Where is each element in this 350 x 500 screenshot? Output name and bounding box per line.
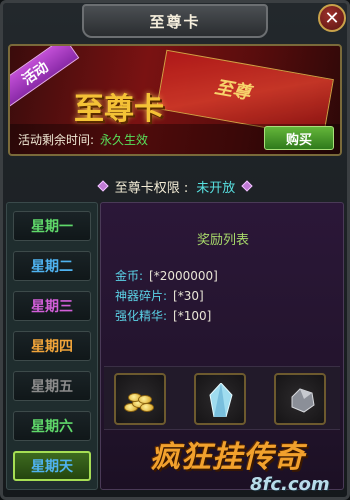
diamond-icon — [241, 180, 253, 192]
tab-tuesday[interactable]: 星期二 — [13, 251, 91, 281]
window-title: 至尊卡 — [82, 4, 268, 38]
reward-line-artifact: 神器碎片: [*30] — [115, 287, 204, 304]
card-privilege-status: 至尊卡权限 : 未开放 — [8, 172, 342, 200]
tab-wednesday[interactable]: 星期三 — [13, 291, 91, 321]
crystal-shard-icon — [209, 383, 233, 417]
reward-label: 金币: — [115, 269, 144, 283]
tab-saturday[interactable]: 星期六 — [13, 411, 91, 441]
item-slot-crystal[interactable] — [194, 373, 246, 425]
reward-value: [*100] — [173, 309, 212, 323]
reward-value: [*2000000] — [149, 269, 218, 283]
activity-ribbon: 活动 — [10, 46, 80, 110]
reward-value: [*30] — [173, 289, 204, 303]
supreme-card-banner: 至尊 活动 至尊卡 活动剩余时间: 永久生效 购买 — [8, 44, 342, 156]
reward-label: 神器碎片: — [115, 289, 168, 303]
reward-items — [104, 366, 340, 430]
remaining-time-label: 活动剩余时间: — [18, 132, 95, 147]
item-slot-ore[interactable] — [274, 373, 326, 425]
weekday-tabs: 星期一 星期二 星期三 星期四 星期五 星期六 星期天 — [6, 202, 98, 490]
tab-friday[interactable]: 星期五 — [13, 371, 91, 401]
privilege-value: 未开放 — [196, 180, 236, 196]
gold-coins-icon — [124, 393, 158, 417]
remaining-time-value: 永久生效 — [100, 132, 149, 147]
rewards-title: 奖励列表 — [196, 233, 249, 248]
banner-title: 至尊卡 — [74, 92, 164, 127]
reward-label: 强化精华: — [115, 309, 168, 323]
close-button[interactable]: ✕ — [318, 4, 346, 32]
item-slot-gold[interactable] — [114, 373, 166, 425]
tab-monday[interactable]: 星期一 — [13, 211, 91, 241]
ore-essence-icon — [291, 388, 315, 413]
diamond-icon — [97, 180, 109, 192]
reward-line-essence: 强化精华: [*100] — [115, 307, 211, 324]
privilege-label: 至尊卡权限 : — [114, 180, 189, 196]
tab-sunday[interactable]: 星期天 — [13, 451, 91, 481]
reward-line-gold: 金币: [*2000000] — [115, 267, 218, 284]
game-logo: 疯狂挂传奇 — [150, 440, 305, 475]
site-domain: 8fc.com — [250, 474, 330, 495]
buy-button[interactable]: 购买 — [264, 126, 334, 150]
tab-thursday[interactable]: 星期四 — [13, 331, 91, 361]
